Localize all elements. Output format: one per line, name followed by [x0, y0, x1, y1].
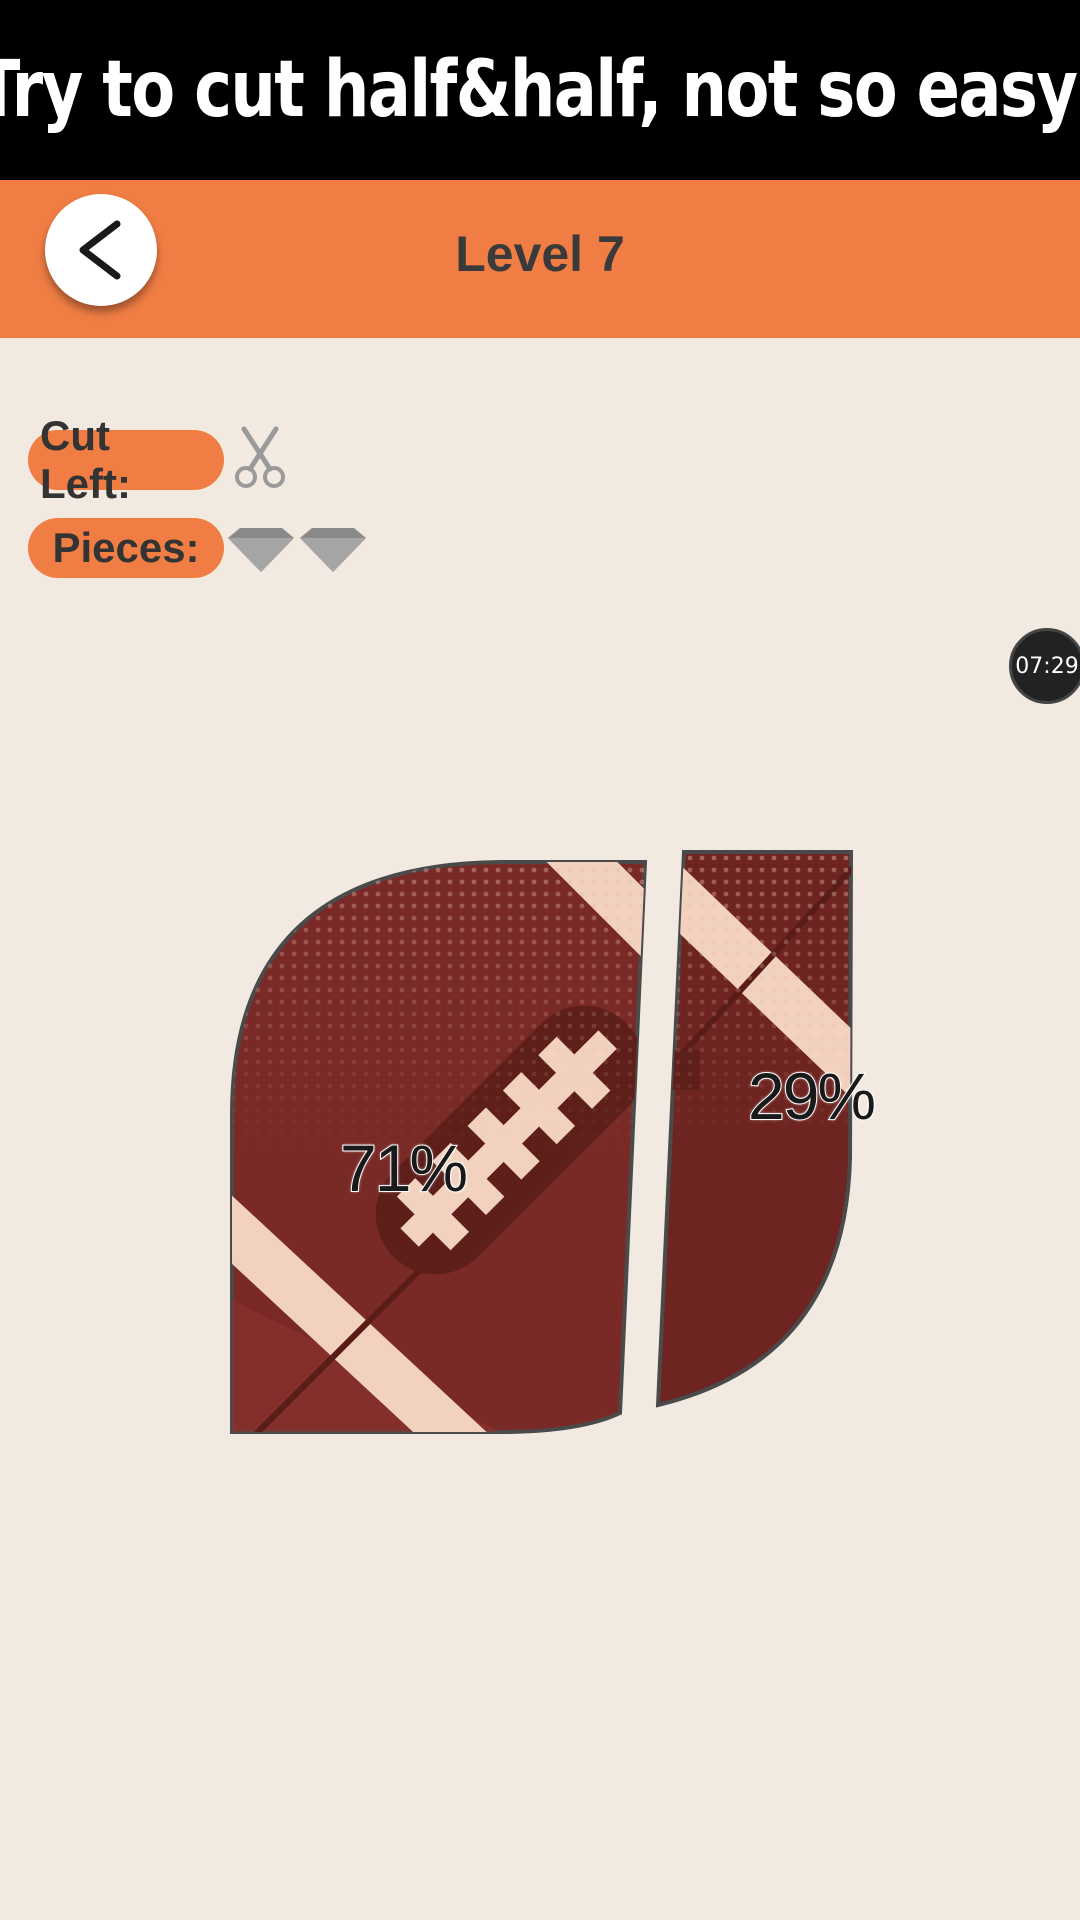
left-piece-percent: 71% — [339, 1130, 469, 1206]
game-board[interactable] — [0, 0, 1080, 1920]
right-piece-percent: 29% — [747, 1058, 877, 1134]
